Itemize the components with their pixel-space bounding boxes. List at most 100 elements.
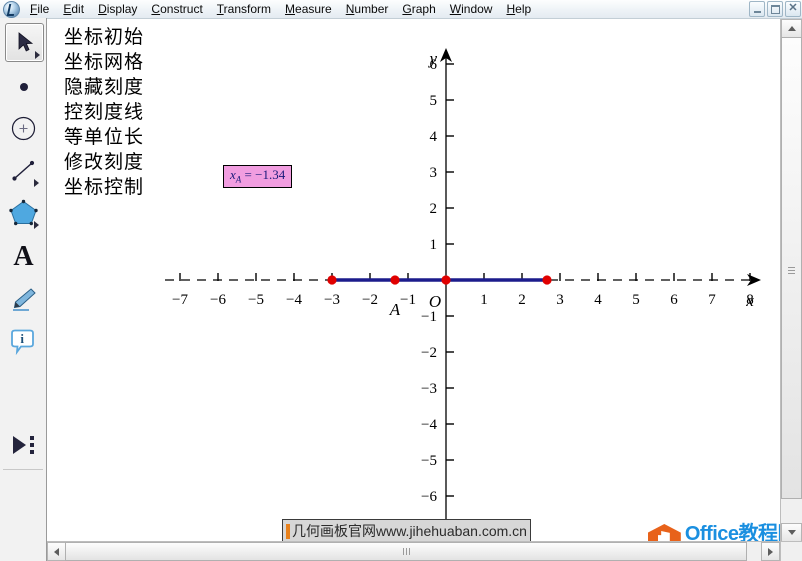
marker-icon [13,287,36,311]
arrow-tool-expander-icon[interactable] [35,51,40,59]
info-icon: i [11,329,34,355]
sketchpad-icon [3,0,20,18]
svg-text:−3: −3 [421,381,437,397]
scroll-grip [788,267,795,268]
sketch-canvas[interactable]: 坐标初始 坐标网格 隐藏刻度 控刻度线 等单位长 修改刻度 坐标控制 xA = … [47,19,781,543]
svg-text:3: 3 [430,165,438,181]
svg-text:−5: −5 [248,292,264,308]
svg-text:7: 7 [708,292,716,308]
menu-number[interactable]: Number [339,1,396,18]
chevron-right-icon [768,547,773,556]
polygon-tool[interactable] [5,194,42,231]
compass-circle-tool[interactable] [5,110,42,147]
svg-text:1: 1 [430,237,438,253]
svg-text:−2: −2 [421,345,437,361]
menu-measure-rest: easure [295,1,332,16]
svg-text:1: 1 [480,292,488,308]
menu-edit[interactable]: Edit [56,1,91,18]
watermark-cn-text: 几何画板官网 [292,524,376,540]
watermark-url: www.jihehuaban.com.cn [376,523,527,539]
point-tool[interactable] [5,68,42,105]
scroll-down-button[interactable] [781,523,802,542]
minimize-button[interactable] [749,1,765,17]
marker-pen-tool[interactable] [5,280,42,317]
line-tool-expander-icon[interactable] [34,179,39,187]
scroll-grip [402,548,404,555]
menu-help[interactable]: Help [499,1,538,18]
scrollbar-corner [780,541,802,561]
menu-window[interactable]: Window [443,1,500,18]
svg-text:−6: −6 [421,489,437,505]
watermark-accent-bar [286,523,290,539]
svg-text:−3: −3 [324,292,340,308]
toolbox-divider [3,469,43,470]
menu-file-rest: ile [37,1,50,16]
point-a-label[interactable]: A [389,300,401,319]
point-icon [19,82,28,91]
arrow-select-tool[interactable] [5,23,44,62]
vertical-scroll-thumb[interactable] [781,37,802,499]
arrow-icon [18,31,33,52]
scroll-grip [788,273,795,274]
svg-text:2: 2 [518,292,526,308]
horizontal-scroll-thumb[interactable] [65,542,747,561]
information-tool[interactable]: i [5,323,42,360]
svg-text:2: 2 [430,201,438,217]
straightedge-line-tool[interactable] [5,152,42,189]
menu-transform-rest: ransform [223,1,272,16]
menu-transform[interactable]: Transform [210,1,278,18]
plot-point[interactable] [327,275,337,285]
custom-tool[interactable] [5,426,42,463]
sketchpad-window: File Edit Display Construct Transform Me… [0,0,802,561]
menu-graph-rest: raph [411,1,436,16]
scroll-left-button[interactable] [47,542,66,561]
chevron-up-icon [787,26,796,31]
menu-display-rest: isplay [106,1,138,16]
plot-point-a[interactable] [390,275,400,285]
menu-display[interactable]: Display [91,1,144,18]
svg-text:5: 5 [632,292,640,308]
plot-point[interactable] [542,275,552,285]
svg-text:6: 6 [670,292,678,308]
svg-text:−4: −4 [421,417,437,433]
menu-help-rest: elp [515,1,532,16]
svg-text:4: 4 [430,129,438,145]
menu-graph[interactable]: Graph [395,1,442,18]
scroll-up-button[interactable] [781,19,802,38]
menu-construct-rest: onstruct [160,1,203,16]
vertical-scrollbar[interactable] [780,19,802,542]
text-tool[interactable]: A [5,238,42,275]
menu-measure[interactable]: Measure [278,1,339,18]
restore-button[interactable] [767,1,783,17]
scroll-grip [405,548,407,555]
svg-text:−5: −5 [421,453,437,469]
plot-point[interactable] [441,275,451,285]
menu-file[interactable]: File [23,1,56,18]
menu-window-rest: indow [461,1,493,16]
svg-text:−6: −6 [210,292,226,308]
svg-text:−4: −4 [286,292,302,308]
svg-text:4: 4 [594,292,602,308]
svg-text:−1: −1 [400,292,416,308]
scroll-right-button[interactable] [761,542,780,561]
x-tick-labels: −7 −6 −5 −4 −3 −2 −1 1 2 3 4 5 6 7 8 [172,292,754,308]
close-button[interactable]: ✕ [785,1,801,17]
site-watermark: 几何画板官网 www.jihehuaban.com.cn [282,519,531,542]
menu-number-rest: umber [354,1,389,16]
circle-icon [11,116,36,141]
text-icon: A [13,240,34,272]
origin-label: O [429,292,441,311]
coordinate-plot[interactable]: −7 −6 −5 −4 −3 −2 −1 1 2 3 4 5 6 7 8 6 5… [47,19,780,542]
horizontal-scrollbar[interactable] [47,541,780,561]
polygon-tool-expander-icon[interactable] [34,221,39,229]
svg-text:−1: −1 [421,309,437,325]
svg-text:5: 5 [430,93,438,109]
scroll-grip [408,548,410,555]
svg-text:−7: −7 [172,292,188,308]
x-axis-label: x [745,291,754,310]
scroll-grip [788,270,795,271]
menu-construct[interactable]: Construct [144,1,209,18]
play-dots-icon [13,435,34,454]
y-axis-label: y [427,49,437,68]
menu-bar: File Edit Display Construct Transform Me… [0,0,802,19]
